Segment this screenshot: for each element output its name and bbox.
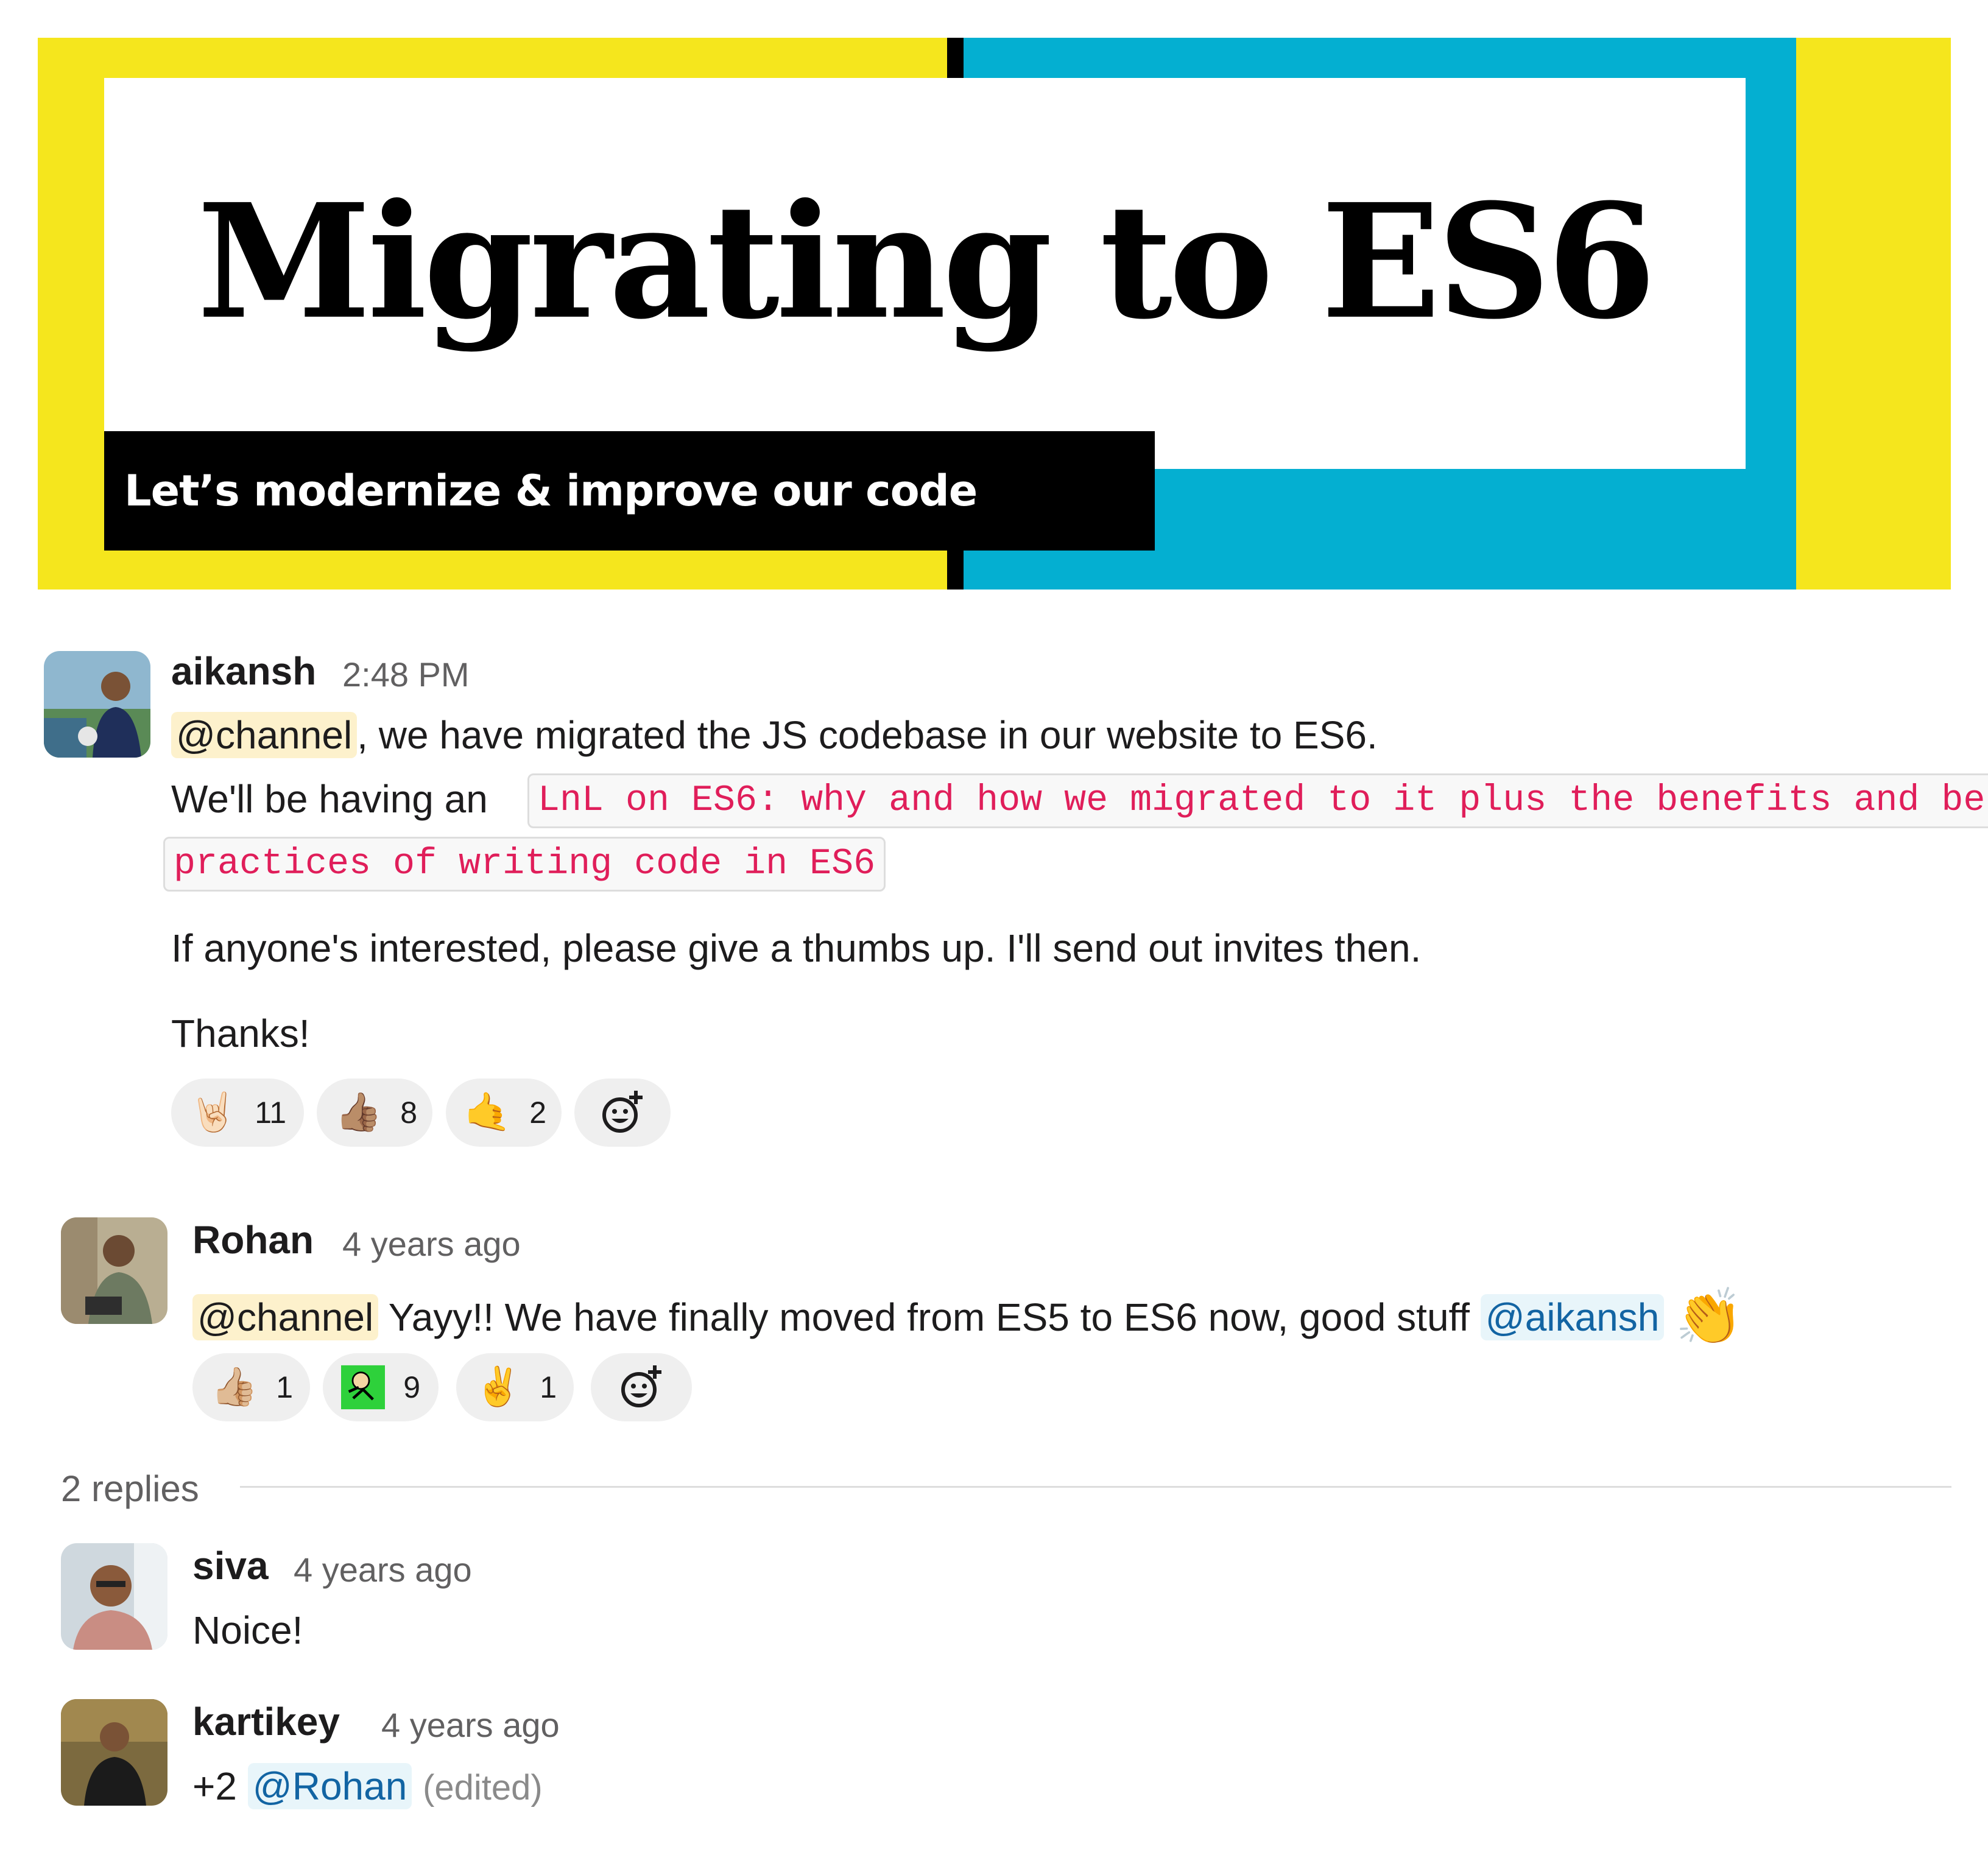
reaction-count: 2 <box>529 1096 547 1130</box>
reply-text: Noice! <box>192 1608 303 1652</box>
reply-author[interactable]: kartikey <box>192 1699 340 1744</box>
victory-hand-icon: ✌️ <box>474 1366 522 1408</box>
reaction-pill[interactable]: 👍🏼 1 <box>192 1353 310 1421</box>
message-line: @channel Yayy!! We have finally moved fr… <box>192 1285 1743 1349</box>
thumbs-up-icon: 👍🏼 <box>211 1366 258 1408</box>
message-timestamp[interactable]: 4 years ago <box>342 1224 521 1264</box>
banner-divider-bottom <box>947 551 964 590</box>
reaction-pill[interactable]: 🤘🏻 11 <box>171 1079 304 1147</box>
reply-timestamp[interactable]: 4 years ago <box>294 1550 472 1589</box>
avatar-rohan[interactable] <box>61 1217 167 1324</box>
avatar-aikansh[interactable] <box>44 651 150 758</box>
add-reaction-button[interactable] <box>591 1353 692 1421</box>
message-text: Thanks! <box>171 1012 310 1055</box>
reaction-count: 8 <box>400 1096 418 1130</box>
reaction-count: 1 <box>540 1370 557 1404</box>
custom-green-emoji-icon <box>341 1365 386 1410</box>
add-reaction-button[interactable] <box>574 1079 671 1147</box>
avatar-kartikey[interactable] <box>61 1699 167 1806</box>
user-mention[interactable]: @Rohan <box>247 1763 412 1809</box>
reaction-count: 11 <box>255 1096 287 1130</box>
banner-title-box: Migrating to ES6 <box>104 78 1746 469</box>
sign-of-horns-icon: 🤘🏻 <box>189 1091 237 1133</box>
reaction-count: 9 <box>403 1370 420 1404</box>
message-text: If anyone's interested, please give a th… <box>171 926 1422 970</box>
message-text: Yayy!! We have finally moved from ES5 to… <box>378 1295 1481 1339</box>
reaction-pill[interactable]: ✌️ 1 <box>456 1353 574 1421</box>
reply-line: +2 @Rohan (edited) <box>192 1763 543 1809</box>
reaction-count: 1 <box>276 1370 294 1404</box>
thread-replies-count[interactable]: 2 replies <box>61 1468 199 1510</box>
reaction-pill[interactable]: 9 <box>323 1353 439 1421</box>
message-line: We'll be having an <box>171 776 488 822</box>
call-me-hand-icon: 🤙 <box>464 1091 512 1133</box>
announcement-banner: Migrating to ES6 Let’s modernize & impro… <box>38 38 1951 590</box>
message-text: We'll be having an <box>171 777 488 821</box>
inline-code: practices of writing code in ES6 <box>163 837 886 892</box>
reply-timestamp[interactable]: 4 years ago <box>381 1705 560 1745</box>
message-text: , we have migrated the JS codebase in ou… <box>357 713 1378 757</box>
user-mention[interactable]: @aikansh <box>1480 1294 1665 1340</box>
reaction-pill[interactable]: 🤙 2 <box>446 1079 562 1147</box>
banner-title: Migrating to ES6 <box>197 169 1657 354</box>
banner-subtitle: Let’s modernize & improve our code <box>124 466 978 516</box>
channel-mention[interactable]: @channel <box>171 712 358 758</box>
inline-code: LnL on ES6: why and how we migrated to i… <box>527 773 1988 828</box>
banner-divider-top <box>947 38 964 78</box>
message-author[interactable]: Rohan <box>192 1217 314 1262</box>
message-timestamp[interactable]: 2:48 PM <box>342 655 470 694</box>
reply-author[interactable]: siva <box>192 1543 269 1588</box>
message-author[interactable]: aikansh <box>171 649 316 694</box>
reaction-pill[interactable]: 👍🏽 8 <box>317 1079 432 1147</box>
channel-mention[interactable]: @channel <box>192 1294 379 1340</box>
reply-text: +2 <box>192 1764 237 1808</box>
thread-divider <box>240 1486 1951 1488</box>
add-emoji-icon <box>621 1365 661 1407</box>
clapping-hands-icon: 👏 <box>1675 1287 1744 1348</box>
add-emoji-icon <box>602 1091 643 1133</box>
message-line: @channel, we have migrated the JS codeba… <box>171 712 1378 758</box>
banner-subtitle-box: Let’s modernize & improve our code <box>104 431 1155 551</box>
edited-label: (edited) <box>423 1768 543 1807</box>
thumbs-up-icon: 👍🏽 <box>335 1091 382 1133</box>
avatar-siva[interactable] <box>61 1543 167 1650</box>
